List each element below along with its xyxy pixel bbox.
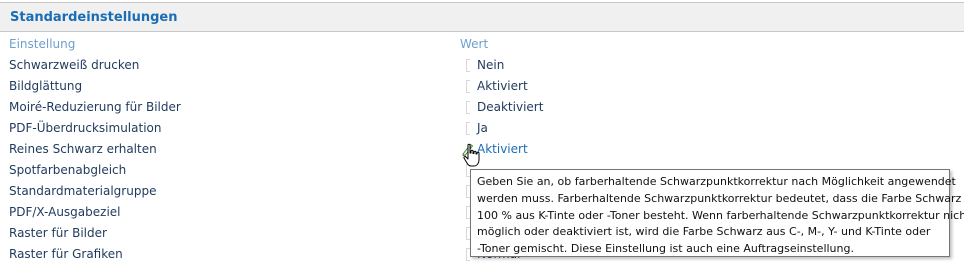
tooltip: Geben Sie an, ob farberhaltende Schwarzp… xyxy=(470,169,964,257)
settings-row-moire[interactable]: Moiré-Reduzierung für Bilder Deaktiviert xyxy=(0,98,964,119)
tooltip-line: -Toner gemischt. Diese Einstellung ist a… xyxy=(477,242,854,256)
edit-slot[interactable] xyxy=(466,122,470,135)
settings-panel: Standardeinstellungen Einstellung Wert S… xyxy=(0,0,964,267)
section-header: Standardeinstellungen xyxy=(0,3,964,32)
setting-label: Schwarzweiß drucken xyxy=(9,58,140,72)
tooltip-line: Geben Sie an, ob farberhaltende Schwarzp… xyxy=(477,175,956,188)
setting-label: Moiré-Reduzierung für Bilder xyxy=(9,100,181,114)
tooltip-line: möglich oder deaktiviert ist, wird die F… xyxy=(477,225,931,239)
setting-label: Raster für Bilder xyxy=(9,226,107,240)
column-header-setting: Einstellung xyxy=(9,37,76,51)
setting-label: PDF-Überdrucksimulation xyxy=(9,121,162,135)
setting-value: Nein xyxy=(477,58,505,72)
setting-label: Reines Schwarz erhalten xyxy=(9,142,157,156)
tooltip-line: werden muss. Farberhaltende Schwarzpunkt… xyxy=(477,191,964,205)
setting-label: Standardmaterialgruppe xyxy=(9,184,157,198)
settings-row-bildglaettung[interactable]: Bildglättung Aktiviert xyxy=(0,77,964,98)
column-header-value: Wert xyxy=(460,37,489,51)
edit-slot[interactable] xyxy=(466,80,470,93)
setting-value: Ja xyxy=(477,121,488,135)
setting-value-link[interactable]: Aktiviert xyxy=(477,142,528,156)
tooltip-line: 100 % aus K-Tinte oder -Toner besteht. W… xyxy=(477,208,964,222)
section-title: Standardeinstellungen xyxy=(10,10,178,25)
settings-row-reines-schwarz[interactable]: Reines Schwarz erhalten Aktiviert xyxy=(0,140,964,161)
edit-slot[interactable] xyxy=(466,59,470,72)
hand-pointer-icon xyxy=(462,143,482,169)
settings-row-schwarzweiss[interactable]: Schwarzweiß drucken Nein xyxy=(0,56,964,77)
setting-label: Raster für Grafiken xyxy=(9,247,123,261)
setting-value: Deaktiviert xyxy=(477,100,544,114)
setting-label: Bildglättung xyxy=(9,79,83,93)
setting-value: Aktiviert xyxy=(477,79,528,93)
setting-label: PDF/X-Ausgabeziel xyxy=(9,205,121,219)
settings-row-pdf-ueberdruck[interactable]: PDF-Überdrucksimulation Ja xyxy=(0,119,964,140)
edit-slot[interactable] xyxy=(466,101,470,114)
setting-label: Spotfarbenabgleich xyxy=(9,163,127,177)
